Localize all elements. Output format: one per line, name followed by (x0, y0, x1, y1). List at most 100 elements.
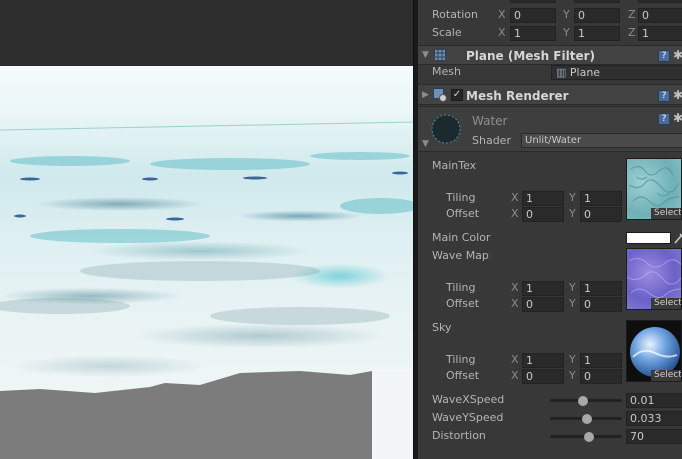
maintex-tiling-label: Tiling (446, 191, 476, 204)
wave-map-offset-x-field[interactable]: 0 (522, 297, 564, 312)
scene-background (0, 0, 413, 66)
rotation-z-field[interactable]: 0 (638, 8, 682, 23)
main-color-swatch[interactable] (626, 232, 671, 244)
rotation-x-axis: X (498, 8, 506, 21)
scene-view[interactable] (0, 0, 413, 459)
main-color-label: Main Color (432, 231, 491, 244)
mesh-filter-icon (434, 49, 446, 61)
material-name: Water (472, 114, 508, 128)
wave-y-speed-label: WaveYSpeed (432, 411, 504, 424)
wave-map-offset-y-field[interactable]: 0 (580, 297, 622, 312)
mesh-filter-title: Plane (Mesh Filter) (466, 49, 595, 63)
mesh-renderer-title: Mesh Renderer (466, 89, 569, 103)
material-header[interactable]: ▼ Water Shader Unlit/Water ? ✱ (418, 106, 682, 152)
rotation-z-axis: Z (628, 8, 636, 21)
mesh-label: Mesh (432, 65, 461, 78)
material-sphere-icon (431, 114, 461, 144)
maintex-offset-y-axis: Y (569, 207, 576, 220)
sky-offset-label: Offset (446, 369, 480, 382)
sky-tiling-label: Tiling (446, 353, 476, 366)
wave-map-offset-y-axis: Y (569, 297, 576, 310)
maintex-tiling-y-axis: Y (569, 191, 576, 204)
wave-map-offset-label: Offset (446, 297, 480, 310)
maintex-offset-label: Offset (446, 207, 480, 220)
fold-open-icon[interactable]: ▼ (422, 139, 429, 149)
scale-y-axis: Y (563, 26, 570, 39)
wave-map-thumbnail[interactable]: Select (626, 248, 682, 310)
shader-dropdown[interactable]: Unlit/Water (521, 133, 682, 148)
fold-open-icon[interactable]: ▼ (422, 50, 429, 60)
position-y-field[interactable] (574, 0, 620, 3)
sky-offset-y-field[interactable]: 0 (580, 369, 622, 384)
inspector-panel: Rotation X 0 Y 0 Z 0 Scale X 1 Y 1 Z 1 ▼… (418, 0, 682, 459)
sky-tiling-y-axis: Y (569, 353, 576, 366)
maintex-label: MainTex (432, 159, 477, 172)
scale-x-field[interactable]: 1 (510, 26, 556, 41)
maintex-tiling-x-field[interactable]: 1 (522, 191, 564, 206)
maintex-offset-x-axis: X (511, 207, 519, 220)
help-icon[interactable]: ? (658, 113, 670, 125)
rotation-y-axis: Y (563, 8, 570, 21)
slider-knob[interactable] (584, 432, 594, 442)
wave-x-speed-label: WaveXSpeed (432, 393, 505, 406)
shader-value: Unlit/Water (525, 135, 582, 146)
mesh-renderer-header[interactable]: ▶ ✓ Mesh Renderer ? ✱ (418, 84, 682, 105)
wave-y-speed-field[interactable]: 0.033 (626, 411, 682, 426)
wave-map-tiling-label: Tiling (446, 281, 476, 294)
wave-map-tiling-y-field[interactable]: 1 (580, 281, 622, 296)
maintex-tiling-y-field[interactable]: 1 (580, 191, 622, 206)
maintex-offset-x-field[interactable]: 0 (522, 207, 564, 222)
maintex-offset-y-field[interactable]: 0 (580, 207, 622, 222)
sky-label: Sky (432, 321, 452, 334)
mesh-object-field[interactable]: ▥ Plane (551, 65, 682, 80)
gear-icon[interactable]: ✱ (673, 111, 682, 125)
sky-thumbnail[interactable]: Select (626, 320, 682, 382)
sky-offset-x-field[interactable]: 0 (522, 369, 564, 384)
eyedropper-icon[interactable] (674, 232, 682, 244)
rotation-y-field[interactable]: 0 (574, 8, 620, 23)
wave-x-speed-field[interactable]: 0.01 (626, 393, 682, 408)
mesh-value: Plane (569, 66, 601, 79)
wave-map-tiling-y-axis: Y (569, 281, 576, 294)
sky-tiling-x-axis: X (511, 353, 519, 366)
distortion-label: Distortion (432, 429, 486, 442)
mesh-small-icon: ▥ (556, 66, 567, 79)
slider-knob[interactable] (582, 414, 592, 424)
wave-x-speed-slider[interactable] (550, 393, 622, 408)
distortion-field[interactable]: 70 (626, 429, 682, 444)
sky-select-button[interactable]: Select (651, 370, 681, 381)
sky-tiling-y-field[interactable]: 1 (580, 353, 622, 368)
scale-label: Scale (432, 26, 462, 39)
ground-plane (0, 369, 413, 459)
maintex-tiling-x-axis: X (511, 191, 519, 204)
gear-icon[interactable]: ✱ (673, 48, 682, 62)
maintex-thumbnail[interactable]: Select (626, 158, 682, 220)
scale-x-axis: X (498, 26, 506, 39)
mesh-filter-header[interactable]: ▼ Plane (Mesh Filter) ? ✱ (418, 45, 682, 65)
rotation-label: Rotation (432, 8, 479, 21)
help-icon[interactable]: ? (658, 90, 670, 102)
sky-tiling-x-field[interactable]: 1 (522, 353, 564, 368)
wave-map-select-button[interactable]: Select (651, 298, 681, 309)
wave-map-label: Wave Map (432, 249, 489, 262)
scale-z-axis: Z (628, 26, 636, 39)
scale-y-field[interactable]: 1 (574, 26, 620, 41)
wave-map-tiling-x-field[interactable]: 1 (522, 281, 564, 296)
wave-y-speed-slider[interactable] (550, 411, 622, 426)
slider-knob[interactable] (578, 396, 588, 406)
position-z-field[interactable] (638, 0, 682, 3)
position-x-field[interactable] (510, 0, 556, 3)
help-icon[interactable]: ? (658, 50, 670, 62)
wave-map-offset-x-axis: X (511, 297, 519, 310)
maintex-select-button[interactable]: Select (651, 208, 681, 219)
gear-icon[interactable]: ✱ (673, 88, 682, 102)
rotation-x-field[interactable]: 0 (510, 8, 556, 23)
shader-label: Shader (472, 134, 511, 147)
scale-z-field[interactable]: 1 (638, 26, 682, 41)
fold-closed-icon[interactable]: ▶ (422, 90, 429, 100)
sky-offset-y-axis: Y (569, 369, 576, 382)
wave-map-tiling-x-axis: X (511, 281, 519, 294)
distortion-slider[interactable] (550, 429, 622, 444)
mesh-renderer-icon (433, 88, 447, 102)
mesh-renderer-enabled-checkbox[interactable]: ✓ (451, 89, 463, 101)
